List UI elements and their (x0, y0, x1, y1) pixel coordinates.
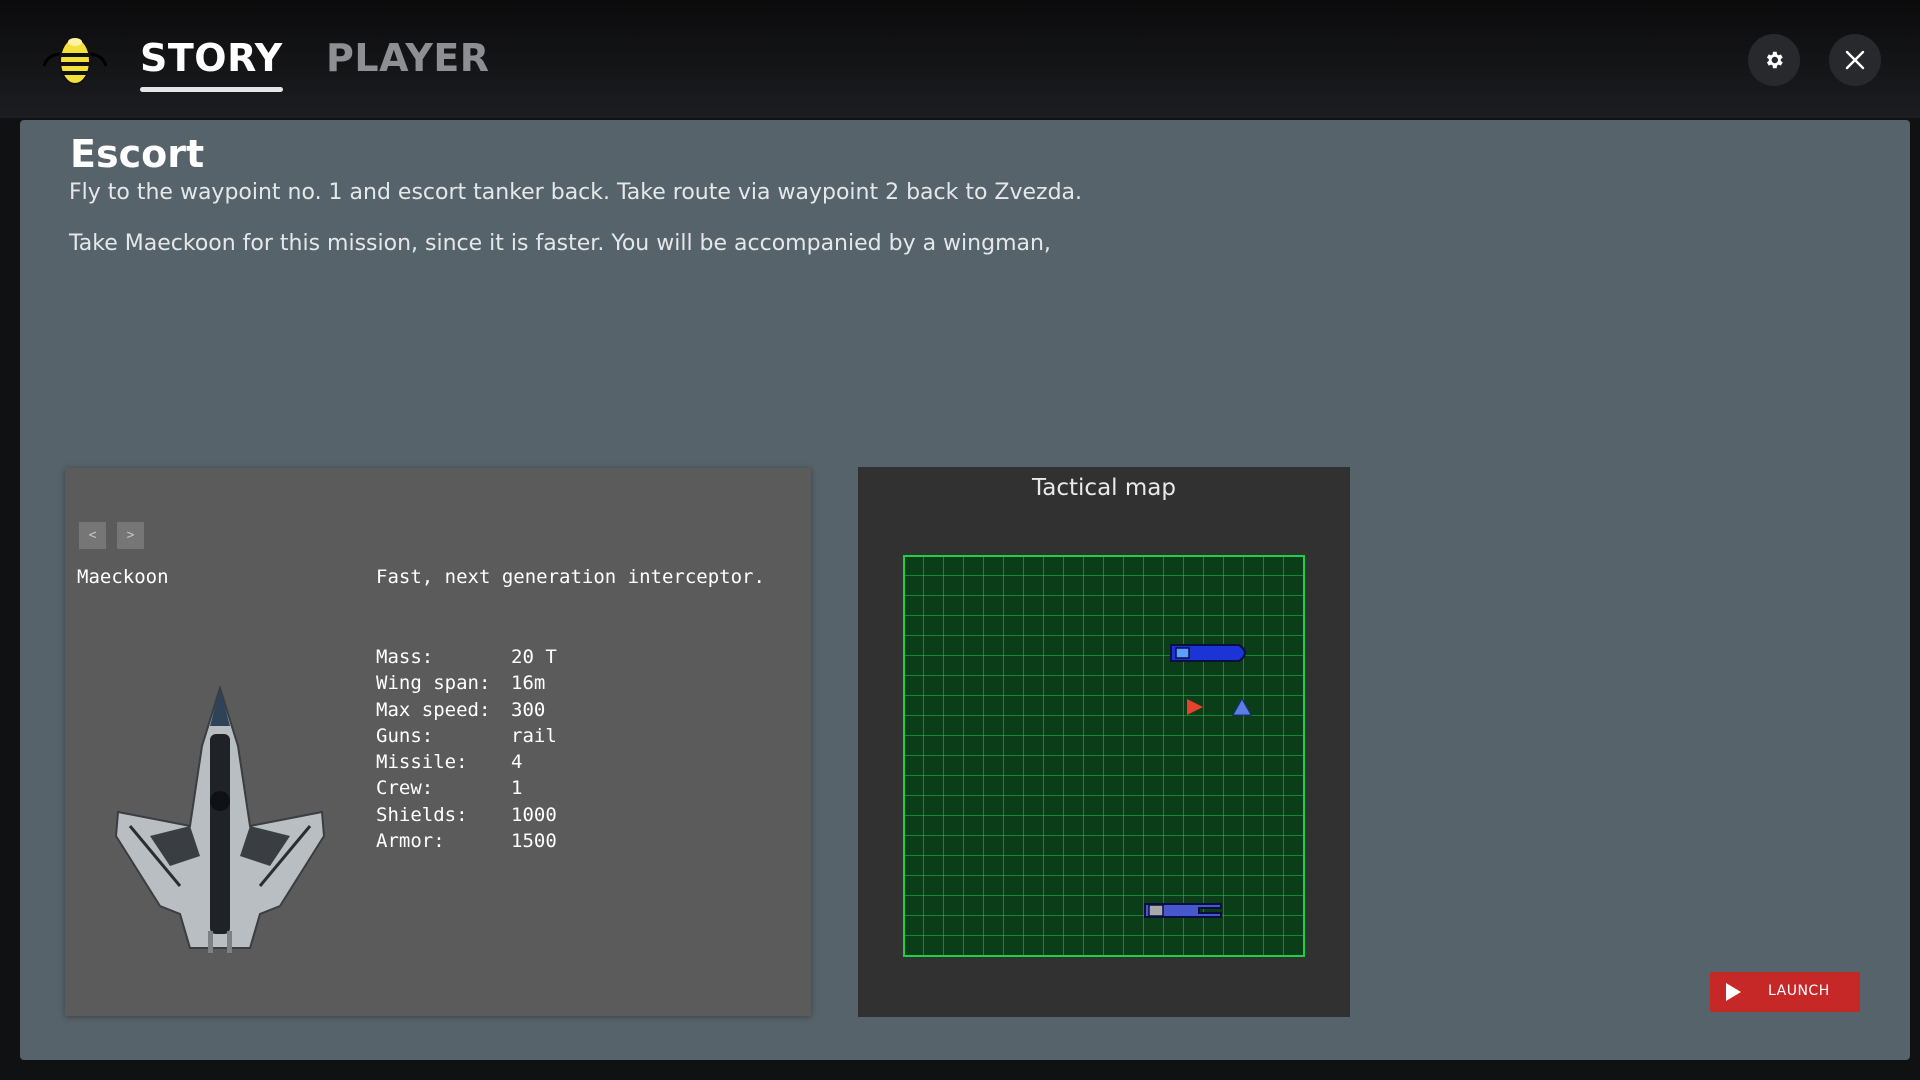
close-button[interactable] (1829, 34, 1881, 86)
stat-key: Crew: (376, 775, 511, 801)
stat-value: 1000 (511, 802, 557, 828)
play-icon (1726, 983, 1741, 1001)
stat-key: Armor: (376, 828, 511, 854)
stat-row-missile: Missile:4 (376, 749, 557, 775)
mission-title: Escort (70, 132, 204, 176)
stat-key: Shields: (376, 802, 511, 828)
stat-value: 1 (511, 775, 522, 801)
map-grid (904, 556, 1304, 956)
stat-value: 1500 (511, 828, 557, 854)
ship-stats: Mass:20 T Wing span:16m Max speed:300 Gu… (376, 644, 557, 854)
tab-story[interactable]: STORY (140, 36, 283, 80)
close-icon (1845, 50, 1865, 70)
stat-value: 300 (511, 697, 545, 723)
tactical-map-title: Tactical map (858, 475, 1350, 501)
ship-info-panel: < > Maeckoon Fast, next generation inter… (65, 468, 811, 1016)
stat-row-armor: Armor:1500 (376, 828, 557, 854)
stat-value: rail (511, 723, 557, 749)
launch-label: LAUNCH (1768, 983, 1830, 999)
blue-ship-marker[interactable] (1171, 645, 1245, 661)
launch-button[interactable]: LAUNCH (1710, 972, 1860, 1012)
stat-key: Max speed: (376, 697, 511, 723)
stat-key: Guns: (376, 723, 511, 749)
tactical-map-panel: Tactical map (858, 467, 1350, 1017)
stat-row-shields: Shields:1000 (376, 802, 557, 828)
stat-row-guns: Guns:rail (376, 723, 557, 749)
top-bar: STORY PLAYER (0, 0, 1920, 118)
mission-description-line-2: Take Maeckoon for this mission, since it… (69, 231, 1051, 256)
mission-description-line-1: Fly to the waypoint no. 1 and escort tan… (69, 180, 1082, 205)
gear-icon (1763, 49, 1785, 71)
stat-key: Wing span: (376, 670, 511, 696)
tab-player[interactable]: PLAYER (326, 36, 490, 80)
stat-row-max-speed: Max speed:300 (376, 697, 557, 723)
stat-row-crew: Crew:1 (376, 775, 557, 801)
previous-ship-button[interactable]: < (79, 522, 106, 549)
bee-logo-icon (38, 30, 112, 90)
stat-value: 16m (511, 670, 545, 696)
stat-row-mass: Mass:20 T (376, 644, 557, 670)
stat-key: Missile: (376, 749, 511, 775)
stat-value: 4 (511, 749, 522, 775)
stat-value: 20 T (511, 644, 557, 670)
next-ship-button[interactable]: > (117, 522, 144, 549)
tactical-map[interactable] (903, 555, 1305, 957)
ship-description: Fast, next generation interceptor. (376, 566, 765, 588)
ship-name: Maeckoon (77, 566, 169, 588)
stat-key: Mass: (376, 644, 511, 670)
ship-image (110, 686, 330, 956)
stat-row-wing-span: Wing span:16m (376, 670, 557, 696)
mission-panel: Escort Fly to the waypoint no. 1 and esc… (20, 120, 1910, 1060)
settings-button[interactable] (1748, 34, 1800, 86)
